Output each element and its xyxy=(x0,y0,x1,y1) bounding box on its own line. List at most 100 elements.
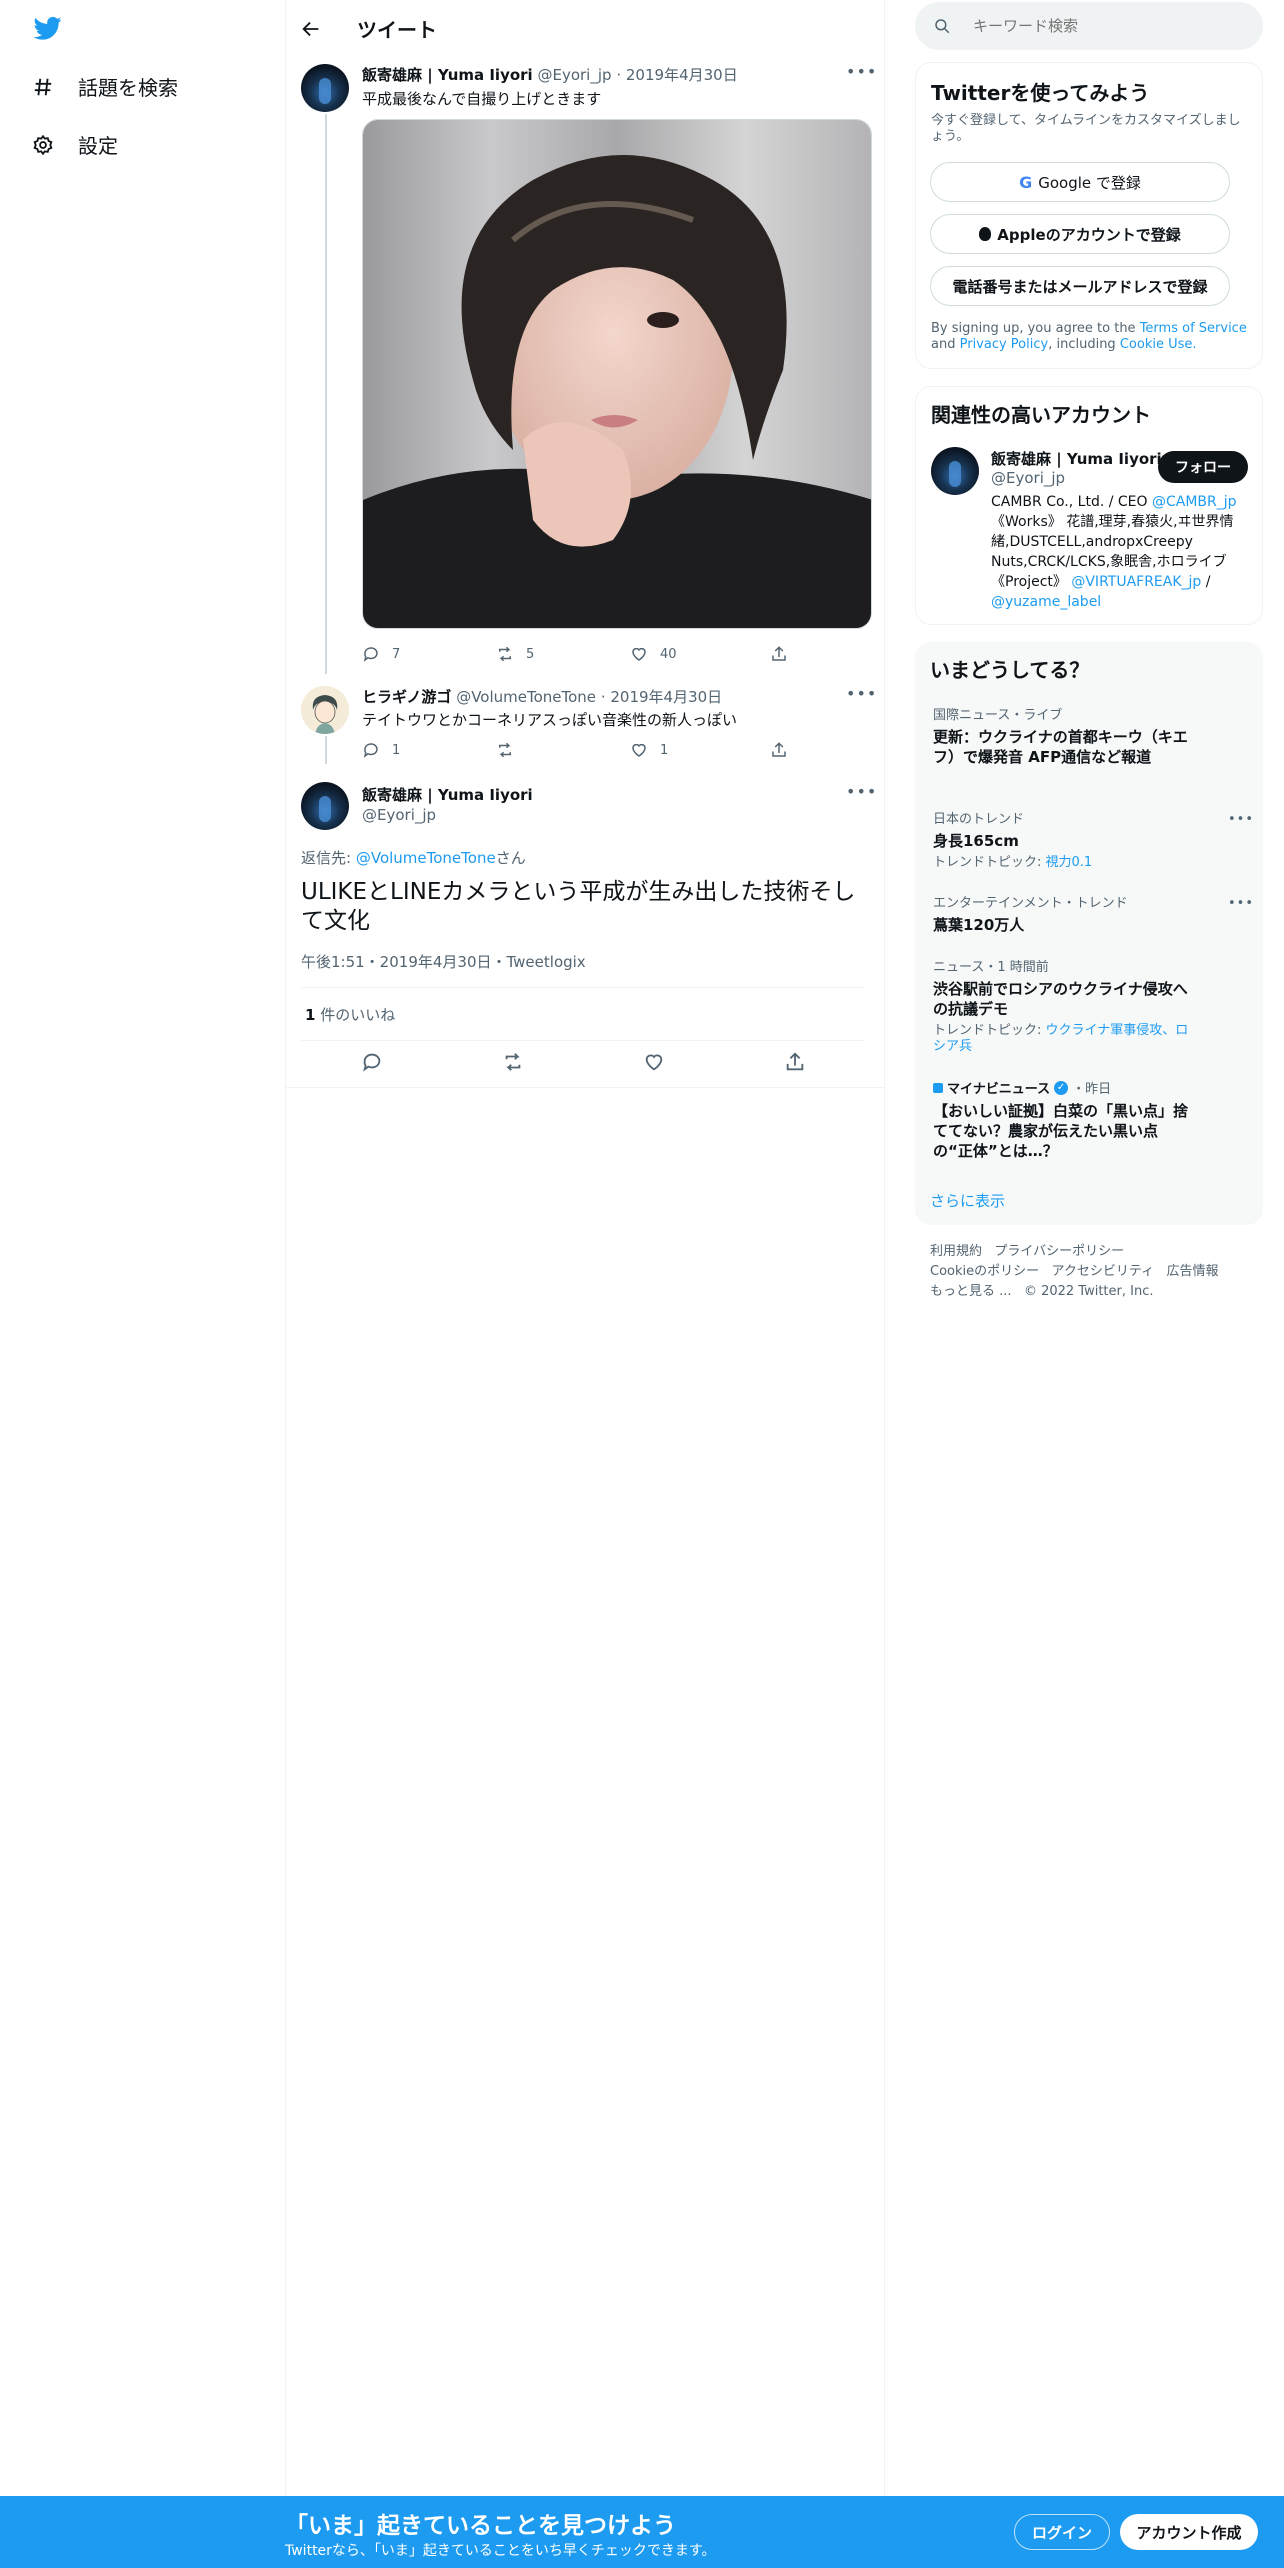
twitter-logo-icon[interactable] xyxy=(32,14,64,42)
author-handle[interactable]: @Eyori_jp xyxy=(537,66,611,84)
tweet-photo[interactable] xyxy=(362,119,872,629)
reply-context: 返信先: @VolumeToneToneさん xyxy=(301,849,526,867)
signup-subtitle: 今すぐ登録して、タイムラインをカスタマイズしましょう。 xyxy=(931,113,1241,144)
tweet-actions: 7 5 40 xyxy=(362,645,788,663)
footer-links: 利用規約 プライバシーポリシー Cookieのポリシー アクセシビリティ 広告情… xyxy=(930,1242,1260,1302)
terms-link[interactable]: Terms of Service xyxy=(1140,321,1247,336)
related-handle[interactable]: @Eyori_jp xyxy=(991,469,1065,487)
news-icon xyxy=(933,1082,943,1093)
share-icon[interactable] xyxy=(784,1051,806,1073)
share-button[interactable] xyxy=(770,741,788,759)
trend-item[interactable]: 日本のトレンド 身長165cm トレンドトピック: 視力0.1 xyxy=(933,808,1193,871)
banner-subtitle: Twitterなら、「いま」起きていることをいち早くチェックできます。 xyxy=(285,2543,716,2559)
likes-count[interactable]: 1 件のいいね xyxy=(305,1004,395,1025)
signup-title: Twitterを使ってみよう xyxy=(931,81,1150,105)
search-input[interactable] xyxy=(973,17,1233,35)
show-more-link[interactable]: さらに表示 xyxy=(930,1190,1005,1211)
share-icon xyxy=(770,741,788,759)
trends-panel: いまどうしてる？ 国際ニュース・ライブ 更新：ウクライナの首都キーウ（キエフ）で… xyxy=(915,642,1263,1225)
tweet-timestamp[interactable]: 2019年4月30日 xyxy=(610,688,722,706)
reply-icon xyxy=(362,741,380,759)
sidebar-item-settings[interactable]: 設定 xyxy=(32,130,118,159)
related-bio: CAMBR Co., Ltd. / CEO @CAMBR_jp 《Works》 … xyxy=(991,494,1237,610)
google-icon: G xyxy=(1019,172,1033,192)
search-box[interactable] xyxy=(915,2,1263,50)
retweet-icon xyxy=(496,645,514,663)
back-arrow-icon[interactable] xyxy=(300,18,324,38)
more-options-icon[interactable]: ••• xyxy=(846,782,877,801)
related-accounts-panel: 関連性の高いアカウント 飯寄雄麻 | Yuma Iiyori @Eyori_jp… xyxy=(915,386,1263,625)
page-title: ツイート xyxy=(357,18,437,42)
signup-terms: By signing up, you agree to the Terms of… xyxy=(931,321,1247,352)
reply-to-link[interactable]: @VolumeToneTone xyxy=(356,849,496,867)
author-handle[interactable]: @VolumeToneTone xyxy=(456,688,596,706)
follow-button[interactable]: フォロー xyxy=(1158,451,1248,483)
hash-icon xyxy=(32,76,54,98)
trend-item[interactable]: マイナビニュース ✓ ・昨日 【おいしい証拠】白菜の「黒い点」捨ててない？農家が… xyxy=(933,1078,1193,1161)
related-name[interactable]: 飯寄雄麻 | Yuma Iiyori xyxy=(991,448,1162,469)
sidebar-item-label: 設定 xyxy=(78,134,118,158)
tweet-meta[interactable]: 午後1:51・2019年4月30日・Tweetlogix xyxy=(301,951,586,972)
apple-icon xyxy=(979,227,992,241)
search-icon xyxy=(933,17,951,35)
avatar[interactable] xyxy=(301,782,349,830)
verified-icon: ✓ xyxy=(1054,1080,1069,1095)
heart-icon xyxy=(630,645,648,663)
apple-signup-button[interactable]: Appleのアカウントで登録 xyxy=(930,214,1230,254)
tweet-header: 飯寄雄麻 | Yuma Iiyori @Eyori_jp · 2019年4月30… xyxy=(362,66,738,84)
privacy-link[interactable]: Privacy Policy xyxy=(960,337,1049,352)
more-options-icon[interactable]: ••• xyxy=(846,684,877,703)
footer-link[interactable]: 利用規約 xyxy=(930,1244,982,1259)
footer-link[interactable]: 広告情報 xyxy=(1167,1264,1219,1279)
trend-item[interactable]: エンターテインメント・トレンド 蔦葉120万人 xyxy=(933,892,1193,935)
tweet-header: ヒラギノ游ゴ @VolumeToneTone · 2019年4月30日 xyxy=(362,688,723,706)
heart-icon[interactable] xyxy=(643,1051,665,1073)
retweet-button[interactable] xyxy=(496,741,630,759)
like-button[interactable]: 40 xyxy=(630,645,770,663)
related-title: 関連性の高いアカウント xyxy=(931,403,1151,427)
reply-icon xyxy=(362,645,380,663)
tweet-text: ULIKEとLINEカメラという平成が生み出した技術そして文化 xyxy=(301,879,856,934)
avatar[interactable] xyxy=(301,64,349,112)
trend-item[interactable]: 国際ニュース・ライブ 更新：ウクライナの首都キーウ（キエフ）で爆発音 AFP通信… xyxy=(933,704,1193,767)
author-handle[interactable]: @Eyori_jp xyxy=(362,806,436,824)
more-options-icon[interactable]: ••• xyxy=(1228,812,1254,827)
retweet-button[interactable]: 5 xyxy=(496,645,630,663)
footer-link[interactable]: Cookieのポリシー xyxy=(930,1264,1039,1279)
reply-button[interactable]: 7 xyxy=(362,645,496,663)
thread-line xyxy=(325,114,327,674)
share-icon xyxy=(770,645,788,663)
tweet-text: 平成最後なんで自撮り上げときます xyxy=(362,90,602,108)
heart-icon xyxy=(630,741,648,759)
tweet-timestamp[interactable]: 2019年4月30日 xyxy=(626,66,738,84)
avatar[interactable] xyxy=(931,447,979,495)
like-button[interactable]: 1 xyxy=(630,741,770,759)
sidebar-item-label: 話題を検索 xyxy=(78,76,178,100)
more-options-icon[interactable]: ••• xyxy=(846,62,877,81)
retweet-icon[interactable] xyxy=(502,1051,524,1073)
cookie-link[interactable]: Cookie Use. xyxy=(1120,337,1197,352)
reply-button[interactable]: 1 xyxy=(362,741,496,759)
trend-item[interactable]: ニュース・1 時間前 渋谷駅前でロシアのウクライナ侵攻への抗議デモ トレンドトピ… xyxy=(933,956,1193,1055)
sidebar-item-explore[interactable]: 話題を検索 xyxy=(32,72,178,101)
main-tweet-actions xyxy=(301,1051,865,1073)
tweet-text: テイトウワとかコーネリアスっぽい音楽性の新人っぽい xyxy=(362,711,738,729)
thread-line xyxy=(325,736,327,764)
login-button[interactable]: ログイン xyxy=(1014,2514,1110,2550)
reply-icon[interactable] xyxy=(361,1051,383,1073)
more-options-icon[interactable]: ••• xyxy=(1228,896,1254,911)
author-name[interactable]: ヒラギノ游ゴ xyxy=(362,688,451,706)
phone-email-signup-button[interactable]: 電話番号またはメールアドレスで登録 xyxy=(930,266,1230,306)
trends-title: いまどうしてる？ xyxy=(930,658,1090,682)
google-signup-button[interactable]: G Google で登録 xyxy=(930,162,1230,202)
avatar[interactable] xyxy=(301,686,349,734)
signup-panel: Twitterを使ってみよう 今すぐ登録して、タイムラインをカスタマイズしましょ… xyxy=(915,62,1263,369)
author-name[interactable]: 飯寄雄麻 | Yuma Iiyori xyxy=(362,784,533,805)
footer-more-link[interactable]: もっと見る ... xyxy=(930,1284,1012,1299)
share-button[interactable] xyxy=(770,645,788,663)
footer-link[interactable]: プライバシーポリシー xyxy=(994,1244,1124,1259)
footer-link[interactable]: アクセシビリティ xyxy=(1052,1264,1155,1279)
author-name[interactable]: 飯寄雄麻 | Yuma Iiyori xyxy=(362,66,533,84)
retweet-icon xyxy=(496,741,514,759)
create-account-button[interactable]: アカウント作成 xyxy=(1120,2514,1258,2550)
